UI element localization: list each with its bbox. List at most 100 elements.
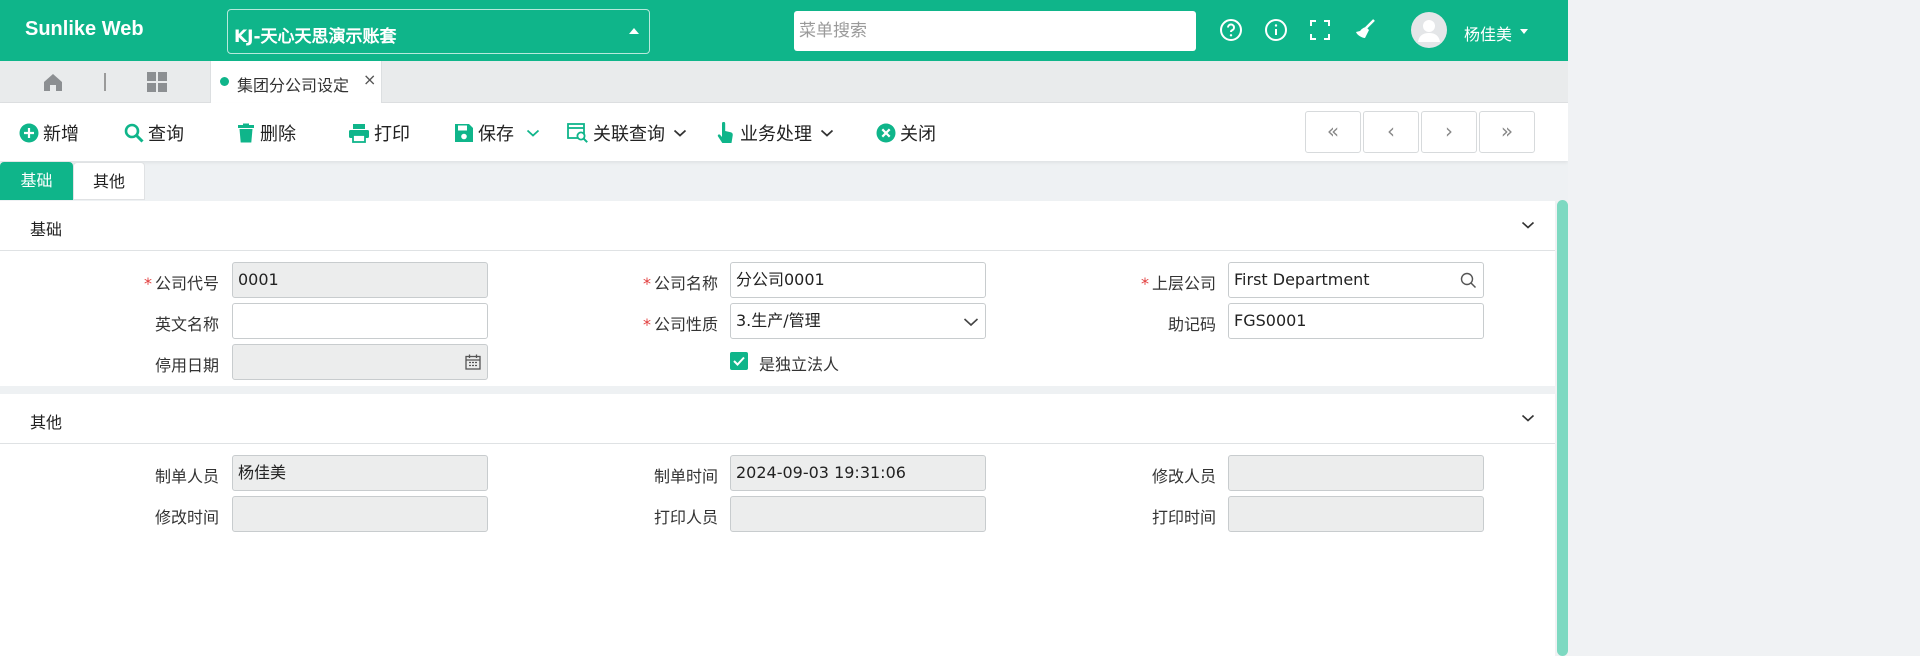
grid-icon[interactable]	[146, 71, 168, 93]
delete-label: 删除	[260, 124, 296, 145]
broom-icon[interactable]	[1353, 18, 1377, 42]
action-toolbar: 新增 查询 删除 打印 保存 关联查询 业务处理 关闭 « ‹ › »	[0, 103, 1568, 161]
tab-other[interactable]: 其他	[73, 162, 145, 200]
scrollbar[interactable]	[1555, 200, 1568, 656]
chevron-down-icon[interactable]	[963, 317, 979, 327]
window-search-icon	[567, 123, 588, 143]
disable-date-field[interactable]	[232, 344, 488, 380]
chevron-down-icon[interactable]	[820, 128, 834, 138]
new-button[interactable]: 新增	[19, 120, 79, 146]
related-query-button[interactable]: 关联查询	[567, 120, 691, 146]
company-code-label: * 公司代号	[143, 274, 219, 293]
query-button[interactable]: 查询	[124, 120, 184, 146]
query-label: 查询	[148, 124, 184, 145]
tab-basic[interactable]: 基础	[0, 162, 73, 200]
create-time-label: 制单时间	[653, 467, 718, 486]
close-circle-icon	[876, 123, 896, 143]
tab-bar: 集团分公司设定 ×	[0, 61, 1568, 103]
basic-panel-header[interactable]: 基础	[0, 201, 1555, 251]
other-panel-title: 其他	[30, 413, 63, 432]
divider	[104, 73, 106, 91]
print-label: 打印	[374, 124, 410, 145]
home-icon[interactable]	[42, 71, 64, 93]
username[interactable]: 杨佳美	[1464, 21, 1512, 45]
printer-field[interactable]	[730, 496, 986, 532]
related-query-label: 关联查询	[593, 124, 665, 145]
business-process-button[interactable]: 业务处理	[716, 120, 838, 146]
close-tab-icon[interactable]: ×	[363, 70, 376, 89]
other-panel: 其他 制单人员 杨佳美 制单时间 2024-09-03 19:31:06 修改人…	[0, 394, 1555, 656]
modifier-label: 修改人员	[1151, 467, 1216, 486]
account-selector[interactable]: KJ-天心天思演示账套	[227, 9, 650, 54]
check-icon	[733, 356, 745, 366]
english-name-label: 英文名称	[154, 315, 219, 334]
trash-icon	[238, 123, 254, 143]
fullscreen-icon[interactable]	[1308, 18, 1332, 42]
brand-logo: Sunlike Web	[25, 18, 144, 40]
disable-date-label: 停用日期	[154, 356, 219, 375]
basic-panel: 基础 * 公司代号 0001 * 公司名称 分公司0001 * 上层公司 First …	[0, 201, 1555, 386]
creator-field[interactable]: 杨佳美	[232, 455, 488, 491]
mnemonic-field[interactable]: FGS0001	[1228, 303, 1484, 339]
account-name: KJ-天心天思演示账套	[234, 27, 397, 47]
user-icon	[1418, 20, 1440, 42]
search-icon[interactable]	[1460, 272, 1477, 289]
floppy-disk-icon	[455, 124, 473, 142]
create-time-field[interactable]: 2024-09-03 19:31:06	[730, 455, 986, 491]
hand-pointer-icon	[717, 122, 733, 143]
other-panel-header[interactable]: 其他	[0, 394, 1555, 444]
delete-button[interactable]: 删除	[236, 120, 296, 146]
creator-label: 制单人员	[154, 467, 219, 486]
top-header: Sunlike Web KJ-天心天思演示账套 杨佳美	[0, 0, 1568, 61]
search-icon	[124, 123, 144, 143]
active-dot-icon	[220, 77, 229, 86]
close-button[interactable]: 关闭	[876, 120, 936, 146]
modify-time-label: 修改时间	[154, 508, 219, 527]
company-type-label: * 公司性质	[642, 315, 718, 334]
parent-company-value: First Department	[1234, 270, 1370, 289]
info-icon[interactable]	[1264, 18, 1288, 42]
company-code-field[interactable]: 0001	[232, 262, 488, 298]
save-button[interactable]: 保存	[454, 120, 544, 146]
print-time-label: 打印时间	[1151, 508, 1216, 527]
chevron-down-icon[interactable]	[673, 128, 687, 138]
company-type-value: 3.生产/管理	[736, 311, 821, 330]
modifier-field[interactable]	[1228, 455, 1484, 491]
chevron-down-icon[interactable]	[1521, 413, 1535, 423]
print-button[interactable]: 打印	[348, 120, 410, 146]
parent-company-label: * 上层公司	[1140, 274, 1216, 293]
print-time-field[interactable]	[1228, 496, 1484, 532]
save-label: 保存	[478, 124, 514, 145]
mnemonic-label: 助记码	[1167, 315, 1216, 334]
calendar-icon[interactable]	[465, 354, 481, 370]
english-name-field[interactable]	[232, 303, 488, 339]
modify-time-field[interactable]	[232, 496, 488, 532]
plus-circle-icon	[19, 123, 39, 143]
first-record-button[interactable]: «	[1305, 111, 1361, 153]
printer-label: 打印人员	[653, 508, 718, 527]
tab-company-setting[interactable]: 集团分公司设定 ×	[210, 61, 382, 103]
close-label: 关闭	[900, 124, 936, 145]
independent-legal-label: 是独立法人	[759, 355, 840, 374]
scrollbar-thumb[interactable]	[1557, 200, 1568, 656]
company-type-select[interactable]: 3.生产/管理	[730, 303, 986, 339]
business-process-label: 业务处理	[740, 124, 812, 145]
company-name-field[interactable]: 分公司0001	[730, 262, 986, 298]
new-label: 新增	[43, 124, 79, 145]
parent-company-field[interactable]: First Department	[1228, 262, 1484, 298]
chevron-down-icon[interactable]	[526, 128, 540, 138]
help-icon[interactable]	[1219, 18, 1243, 42]
chevron-down-icon[interactable]	[1521, 220, 1535, 230]
basic-panel-title: 基础	[30, 220, 63, 239]
menu-search-input[interactable]	[794, 11, 1196, 51]
company-name-label: * 公司名称	[642, 274, 718, 293]
avatar[interactable]	[1411, 12, 1447, 48]
caret-up-icon	[629, 28, 639, 34]
independent-legal-checkbox[interactable]	[730, 352, 748, 370]
printer-icon	[349, 124, 369, 143]
caret-down-icon[interactable]	[1520, 29, 1528, 34]
tab-label: 集团分公司设定	[237, 76, 350, 95]
prev-record-button[interactable]: ‹	[1363, 111, 1419, 153]
last-record-button[interactable]: »	[1479, 111, 1535, 153]
next-record-button[interactable]: ›	[1421, 111, 1477, 153]
